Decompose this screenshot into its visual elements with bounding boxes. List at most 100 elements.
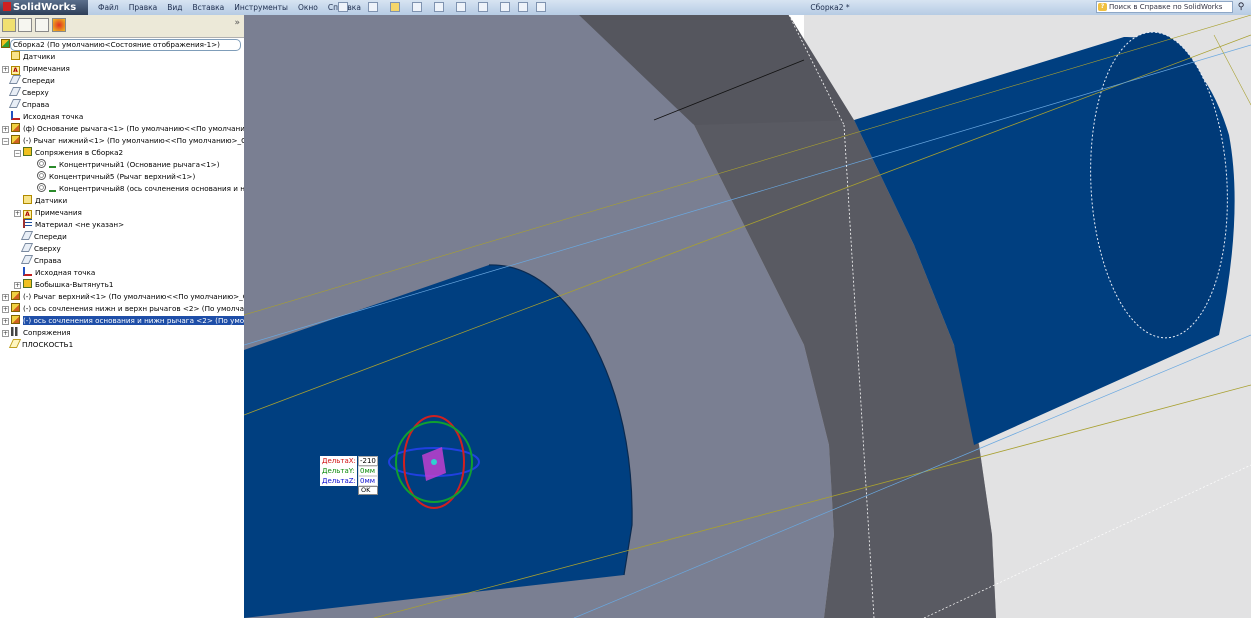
material-icon [23,219,32,228]
tab-property-manager[interactable] [18,18,32,32]
delta-z-label: ДельтаZ: [320,476,357,486]
collapse-toggle[interactable]: − [14,150,21,157]
tree-item-origin-2[interactable]: Исходная точка [23,267,95,279]
plane-icon [20,231,34,240]
mates-folder-icon [23,147,32,156]
solidworks-logo[interactable]: SolidWorks [0,0,88,15]
annotation-icon: A [11,66,20,75]
tab-configuration-manager[interactable] [35,18,49,32]
tab-feature-manager[interactable] [2,18,16,32]
solidworks-logo-icon [3,2,11,11]
expand-toggle[interactable]: + [2,126,9,133]
ground-icon [49,159,56,168]
delta-x-input[interactable]: -210 [358,456,378,466]
concentric-mate-icon [37,183,46,192]
part-icon [11,303,20,312]
select-arrow-icon[interactable] [478,2,488,12]
delta-z-row: ДельтаZ: 0мм [320,476,378,486]
tree-item-sensors[interactable]: Датчики [11,51,55,63]
tree-item-concentric5[interactable]: Концентричный5 (Рычаг верхний<1>) [37,171,195,183]
menu-bar: Файл Правка Вид Вставка Инструменты Окно… [93,0,366,15]
tree-item-concentric1[interactable]: Концентричный1 (Основание рычага<1>) [37,159,220,171]
tab-appearance[interactable] [52,18,66,32]
expand-toggle[interactable]: + [2,306,9,313]
tree-item-origin[interactable]: Исходная точка [11,111,83,123]
tree-item-plane1[interactable]: ПЛОСКОСТЬ1 [8,339,73,351]
triad-center [431,459,437,465]
menu-window[interactable]: Окно [293,0,323,15]
extrude-icon [23,279,32,288]
tree-item-upper-lower-axis[interactable]: (-) ось сочленения нижн и верхн рычагов … [11,303,253,315]
sensor-icon [11,51,20,60]
ok-button[interactable]: OK [358,486,378,495]
tree-item-mates-in-assembly[interactable]: Сопряжения в Сборка2 [23,147,123,159]
expand-toggle[interactable]: + [2,294,9,301]
part-icon [11,135,20,144]
delta-x-row: ДельтаX: -210 [320,456,378,466]
menu-file[interactable]: Файл [93,0,124,15]
tree-item-annotations-2[interactable]: A Примечания [23,207,82,219]
sensor-icon [23,195,32,204]
help-question-icon: ? [1098,3,1107,11]
panel-expand-icon[interactable]: » [234,18,240,28]
delta-x-label: ДельтаX: [320,456,357,466]
undo-icon[interactable] [456,2,466,12]
search-icon[interactable]: ⚲ [1234,1,1248,13]
expand-toggle[interactable]: + [14,282,21,289]
part-icon [11,123,20,132]
pin-icon[interactable] [338,2,348,12]
rebuild-icon[interactable] [500,2,510,12]
open-folder-icon[interactable] [390,2,400,12]
tree-item-top-plane-2[interactable]: Сверху [20,243,61,255]
expand-toggle[interactable]: + [2,330,9,337]
delta-y-input[interactable]: 0мм [358,466,378,476]
delta-y-row: ДельтаY: 0мм [320,466,378,476]
collapse-toggle[interactable]: − [2,138,9,145]
plane-icon [20,243,34,252]
new-document-icon[interactable] [368,2,378,12]
tree-item-front-plane[interactable]: Спереди [8,75,55,87]
tree-item-lever-base[interactable]: (ф) Основание рычага<1> (По умолчанию<<П… [11,123,257,135]
print-icon[interactable] [434,2,444,12]
plane-icon [8,87,22,96]
expand-toggle[interactable]: + [2,66,9,73]
tree-item-material[interactable]: Материал <не указан> [23,219,124,231]
tree-item-sensors-2[interactable]: Датчики [23,195,67,207]
mates-icon [11,327,20,336]
list-icon[interactable] [536,2,546,12]
plane-icon [8,75,22,84]
menu-insert[interactable]: Вставка [188,0,230,15]
help-search-input[interactable]: ? Поиск в Справке по SolidWorks [1096,1,1233,13]
model-view[interactable] [244,15,1251,618]
tree-item-mates[interactable]: Сопряжения [11,327,71,339]
tree-item-right-plane[interactable]: Справа [8,99,49,111]
menu-tools[interactable]: Инструменты [229,0,293,15]
tree-item-root-assembly[interactable]: Сборка2 (По умолчанию<Состояние отображе… [1,39,220,51]
document-title: Сборка2 * [810,3,850,12]
tree-item-lower-lever[interactable]: (-) Рычаг нижний<1> (По умолчанию<<По ум… [11,135,259,147]
save-icon[interactable] [412,2,422,12]
menu-edit[interactable]: Правка [124,0,163,15]
origin-icon [23,267,32,276]
options-icon[interactable] [518,2,528,12]
tree-item-upper-lever[interactable]: (-) Рычаг верхний<1> (По умолчанию<<По у… [11,291,256,303]
tree-item-top-plane[interactable]: Сверху [8,87,49,99]
tree-item-boss-extrude[interactable]: Бобышка-Вытянуть1 [23,279,113,291]
menu-view[interactable]: Вид [162,0,187,15]
delta-z-input[interactable]: 0мм [358,476,378,486]
title-toolbar: SolidWorks Файл Правка Вид Вставка Инстр… [0,0,1251,16]
tree-item-concentric8[interactable]: Концентричный8 (ось сочленения основания… [37,183,261,195]
expand-toggle[interactable]: + [2,318,9,325]
part-icon [11,291,20,300]
graphics-viewport[interactable] [244,15,1251,618]
assembly-icon [1,39,10,48]
tree-item-right-plane-2[interactable]: Справа [20,255,61,267]
expand-toggle[interactable]: + [14,210,21,217]
origin-icon [11,111,20,120]
plane-icon [8,99,22,108]
delta-y-label: ДельтаY: [320,466,357,476]
tree-item-base-lower-axis[interactable]: (-) ось сочленения основания и нижн рыча… [11,315,258,327]
tree-item-annotations[interactable]: A Примечания [11,63,70,75]
tree-item-front-plane-2[interactable]: Спереди [20,231,67,243]
ground-icon [49,183,56,192]
